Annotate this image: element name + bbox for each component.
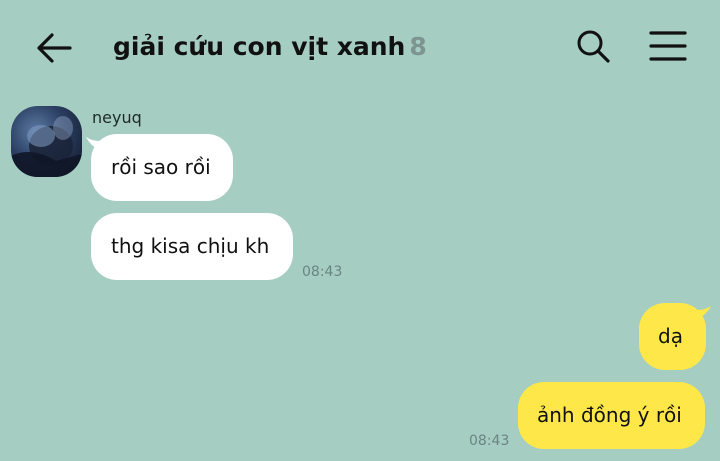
sender-name: neyuq	[92, 108, 142, 127]
search-icon	[577, 30, 610, 63]
chat-title: giải cứu con vịt xanh 8	[113, 30, 427, 64]
chat-title-text: giải cứu con vịt xanh	[113, 32, 406, 61]
message-timestamp: 08:43	[302, 264, 343, 280]
member-count: 8	[409, 32, 427, 61]
message-text: rồi sao rồi	[111, 155, 211, 179]
menu-button[interactable]	[644, 24, 692, 68]
search-button[interactable]	[570, 24, 616, 68]
message-text: dạ	[658, 324, 683, 348]
chat-header: giải cứu con vịt xanh 8	[0, 0, 720, 94]
avatar-photo	[11, 116, 82, 177]
arrow-left-icon	[37, 33, 72, 63]
incoming-message-bubble[interactable]: rồi sao rồi	[91, 134, 233, 201]
sender-avatar[interactable]	[11, 106, 82, 177]
hamburger-menu-icon	[649, 31, 687, 61]
message-timestamp: 08:43	[469, 433, 510, 449]
message-text: thg kisa chịu kh	[111, 234, 270, 258]
outgoing-message-bubble[interactable]: ảnh đồng ý rồi	[518, 382, 705, 449]
incoming-message-bubble[interactable]: thg kisa chịu kh	[91, 213, 293, 280]
outgoing-message-bubble[interactable]: dạ	[639, 303, 706, 370]
back-button[interactable]	[32, 28, 76, 68]
message-text: ảnh đồng ý rồi	[537, 403, 682, 427]
